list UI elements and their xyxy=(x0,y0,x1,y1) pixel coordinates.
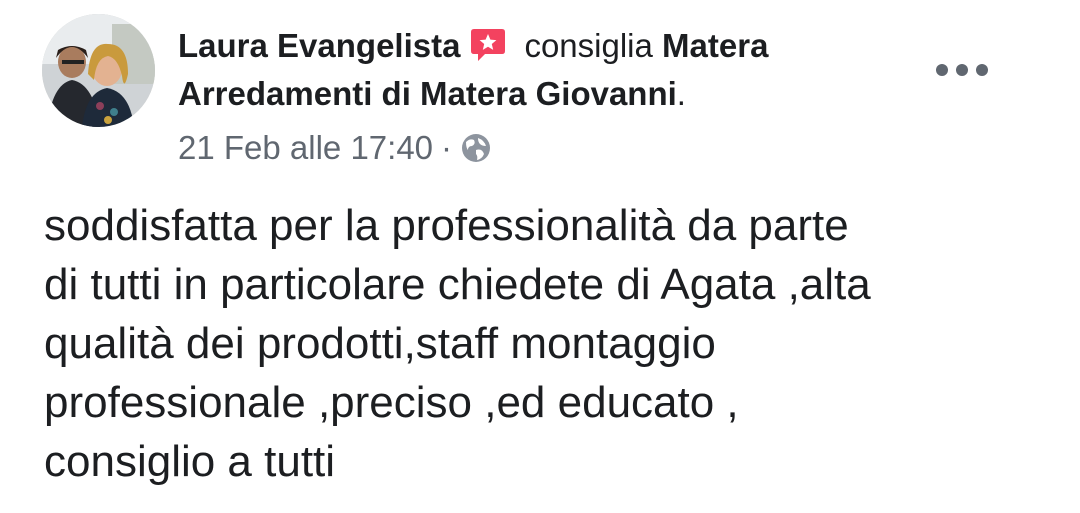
recommendation-star-icon xyxy=(470,27,506,63)
author-name[interactable]: Laura Evangelista xyxy=(178,27,460,64)
author-avatar[interactable] xyxy=(42,14,155,127)
post-header: Laura Evangelista consiglia Matera Arreda… xyxy=(178,22,918,118)
more-dot xyxy=(936,64,948,76)
action-text: consiglia xyxy=(524,27,653,64)
more-dot xyxy=(976,64,988,76)
globe-icon xyxy=(460,132,492,164)
meta-separator: · xyxy=(441,129,453,166)
review-text: soddisfatta per la professionalità da pa… xyxy=(44,196,1054,491)
review-text-line: qualità dei prodotti,staff montaggio xyxy=(44,319,716,368)
post-meta: 21 Feb alle 17:40 · xyxy=(178,128,492,168)
review-text-line: professionale ,preciso ,ed educato , xyxy=(44,378,739,427)
more-dot xyxy=(956,64,968,76)
post-timestamp[interactable]: 21 Feb alle 17:40 xyxy=(178,128,433,168)
review-text-line: consiglio a tutti xyxy=(44,437,336,486)
review-text-line: soddisfatta per la professionalità da pa… xyxy=(44,201,849,250)
more-options-icon[interactable] xyxy=(936,58,988,82)
page-name-suffix: . xyxy=(676,75,686,112)
review-text-line: di tutti in particolare chiedete di Agat… xyxy=(44,260,871,309)
review-post: Laura Evangelista consiglia Matera Arreda… xyxy=(0,0,1080,513)
